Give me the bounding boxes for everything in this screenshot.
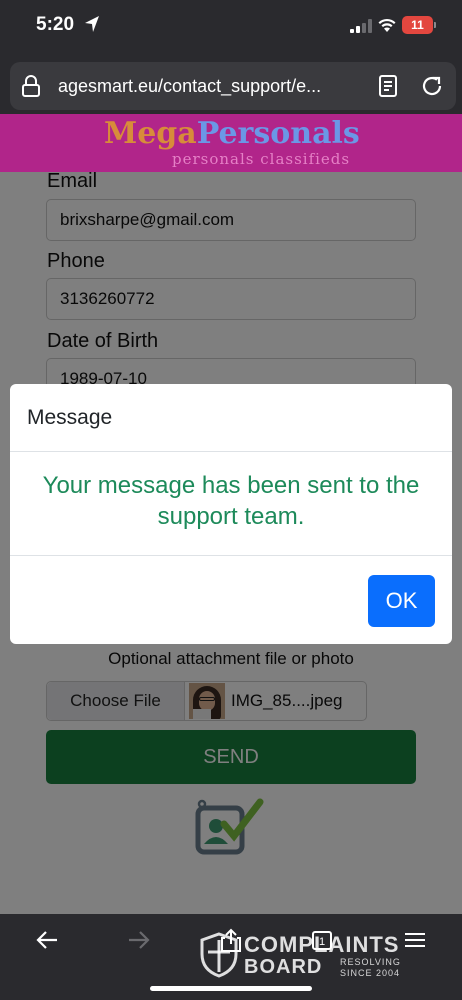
reader-icon[interactable]: [378, 75, 398, 97]
message-dialog: Message Your message has been sent to th…: [10, 384, 452, 644]
watermark-line2: BOARD: [244, 956, 323, 978]
dialog-body: Your message has been sent to the suppor…: [10, 453, 452, 556]
back-arrow-icon[interactable]: [34, 928, 60, 952]
dialog-title: Message: [27, 406, 113, 429]
wifi-icon: [378, 18, 396, 32]
dialog-message: Your message has been sent to the suppor…: [42, 472, 420, 530]
url-text[interactable]: agesmart.eu/contact_support/e...: [58, 76, 354, 97]
reload-icon[interactable]: [420, 74, 444, 98]
site-header: MegaPersonals personals classifieds: [0, 114, 462, 172]
location-arrow-icon: [85, 16, 99, 32]
battery-icon: 11: [402, 16, 433, 34]
status-time: 5:20: [36, 14, 75, 35]
status-bar: 5:20 11: [0, 0, 462, 56]
dialog-header: Message: [10, 384, 452, 452]
watermark-tagline: RESOLVING SINCE 2004: [340, 957, 401, 979]
home-indicator[interactable]: [150, 986, 312, 991]
signal-icon: [350, 19, 372, 33]
lock-icon: [22, 75, 40, 97]
site-logo[interactable]: MegaPersonals: [104, 116, 360, 151]
watermark-line1: COMPLAINTS: [244, 932, 400, 957]
logo-mega: Mega: [104, 116, 197, 151]
browser-address-bar: agesmart.eu/contact_support/e...: [0, 56, 462, 114]
watermark-line3a: RESOLVING: [340, 957, 401, 967]
watermark-line3b: SINCE 2004: [340, 968, 401, 978]
logo-personals: Personals: [196, 116, 360, 151]
url-field[interactable]: agesmart.eu/contact_support/e...: [10, 62, 456, 110]
site-tagline: personals classifieds: [172, 150, 351, 168]
battery-cap: [434, 22, 436, 28]
ok-button[interactable]: OK: [368, 575, 435, 627]
complaintsboard-watermark: COMPLAINTS BOARD RESOLVING SINCE 2004: [200, 932, 420, 982]
shield-icon: [200, 932, 238, 978]
forward-arrow-icon[interactable]: [126, 928, 152, 952]
